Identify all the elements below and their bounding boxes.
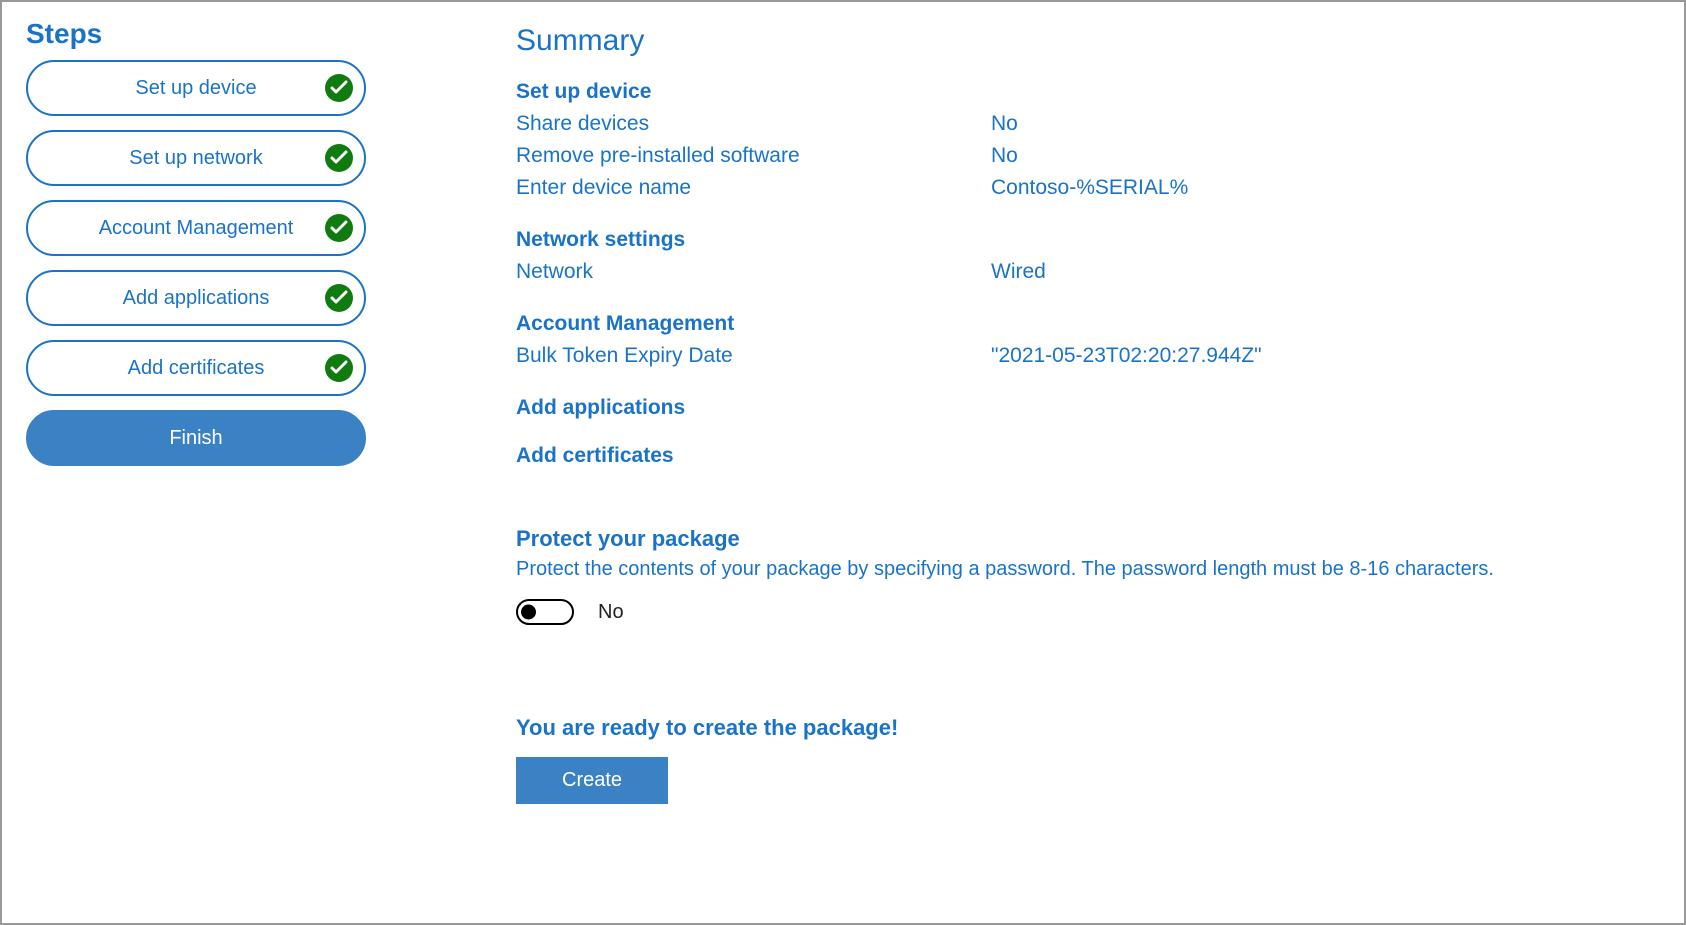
protect-toggle-row: No [516, 599, 1640, 625]
row-value: "2021-05-23T02:20:27.944Z" [991, 340, 1262, 372]
step-set-up-network[interactable]: Set up network [26, 130, 366, 186]
row-label: Enter device name [516, 172, 991, 204]
app-frame: Steps Set up device Set up network Accou… [0, 0, 1686, 925]
summary-title: Summary [516, 24, 1640, 58]
ready-text: You are ready to create the package! [516, 715, 1640, 741]
steps-panel: Steps Set up device Set up network Accou… [26, 18, 366, 899]
row-label: Network [516, 256, 991, 288]
step-label: Set up device [135, 77, 256, 100]
row-value: No [991, 108, 1018, 140]
step-label: Set up network [129, 147, 262, 170]
row-label: Share devices [516, 108, 991, 140]
section-head-add-certificates: Add certificates [516, 444, 1640, 468]
row-value: Contoso-%SERIAL% [991, 172, 1188, 204]
row-value: Wired [991, 256, 1046, 288]
step-add-certificates[interactable]: Add certificates [26, 340, 366, 396]
summary-row: Network Wired [516, 256, 1640, 288]
step-account-management[interactable]: Account Management [26, 200, 366, 256]
step-label: Add applications [123, 287, 270, 310]
row-value: No [991, 140, 1018, 172]
row-label: Remove pre-installed software [516, 140, 991, 172]
summary-row: Remove pre-installed software No [516, 140, 1640, 172]
checkmark-icon [324, 143, 354, 173]
protect-package-head: Protect your package [516, 526, 1640, 552]
create-button[interactable]: Create [516, 757, 668, 804]
summary-row: Share devices No [516, 108, 1640, 140]
checkmark-icon [324, 73, 354, 103]
summary-row: Bulk Token Expiry Date "2021-05-23T02:20… [516, 340, 1640, 372]
section-head-account-management: Account Management [516, 312, 1640, 336]
protect-toggle[interactable] [516, 599, 574, 625]
protect-toggle-label: No [598, 601, 624, 624]
steps-title: Steps [26, 18, 366, 50]
toggle-knob-icon [521, 605, 536, 620]
checkmark-icon [324, 283, 354, 313]
protect-package-desc: Protect the contents of your package by … [516, 558, 1640, 581]
checkmark-icon [324, 213, 354, 243]
step-label: Finish [169, 427, 222, 450]
row-label: Bulk Token Expiry Date [516, 340, 991, 372]
step-set-up-device[interactable]: Set up device [26, 60, 366, 116]
section-head-set-up-device: Set up device [516, 80, 1640, 104]
step-label: Account Management [99, 217, 294, 240]
step-add-applications[interactable]: Add applications [26, 270, 366, 326]
checkmark-icon [324, 353, 354, 383]
section-head-network-settings: Network settings [516, 228, 1640, 252]
summary-row: Enter device name Contoso-%SERIAL% [516, 172, 1640, 204]
summary-panel: Summary Set up device Share devices No R… [516, 18, 1660, 899]
section-head-add-applications: Add applications [516, 396, 1640, 420]
step-label: Add certificates [128, 357, 265, 380]
step-finish[interactable]: Finish [26, 410, 366, 466]
